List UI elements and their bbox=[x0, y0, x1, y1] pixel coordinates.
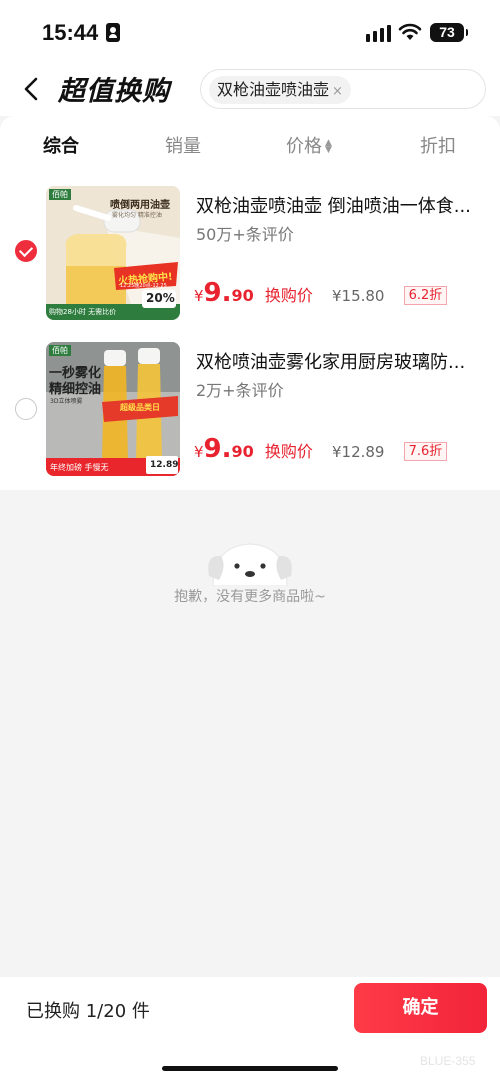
wifi-icon bbox=[398, 23, 422, 40]
search-keyword-chip[interactable]: 双枪油壶喷油壶 × bbox=[209, 76, 351, 104]
original-price: ¥12.89 bbox=[331, 443, 385, 461]
price-row: ¥9.90 换购价 ¥15.80 6.2折 bbox=[194, 278, 448, 308]
sort-toggle-icon: ▲ ▼ bbox=[325, 138, 332, 155]
exchange-price-label: 换购价 bbox=[264, 442, 313, 461]
price-integer: 9. bbox=[203, 434, 232, 464]
empty-state: 抱歉，没有更多商品啦~ bbox=[0, 490, 500, 977]
empty-message: 抱歉，没有更多商品啦~ bbox=[174, 589, 326, 605]
exchange-price-label: 换购价 bbox=[264, 286, 313, 305]
brand-label: 佰帕 bbox=[49, 189, 71, 200]
thumb-bottom-strip: 年终加磅 手慢无 bbox=[50, 463, 109, 472]
bottom-action-bar: 已换购 1/20 件 确定 BLUE-355 bbox=[0, 977, 500, 1082]
back-arrow-icon[interactable] bbox=[18, 74, 48, 104]
thumb-headline: 喷倒两用油壶 bbox=[110, 200, 170, 211]
home-indicator[interactable] bbox=[162, 1066, 338, 1071]
currency-symbol: ¥ bbox=[194, 443, 204, 461]
search-keyword-text: 双枪油壶喷油壶 bbox=[217, 80, 330, 99]
price-row: ¥9.90 换购价 ¥12.89 7.6折 bbox=[194, 434, 448, 464]
product-title[interactable]: 双枪油壶喷油壶 倒油喷油一体食... bbox=[196, 192, 476, 218]
confirm-button[interactable]: 确定 bbox=[354, 983, 487, 1033]
discount-badge: 6.2折 bbox=[403, 286, 448, 305]
product-checkbox-checked[interactable] bbox=[15, 240, 37, 262]
thumb-promo: 超级品类日 bbox=[120, 403, 160, 412]
product-item[interactable]: 佰帕 喷倒两用油壶 雾化均匀 精准控油 火热抢购中! 12.25晚20点-12.… bbox=[0, 184, 500, 324]
tab-sales[interactable]: 销量 bbox=[165, 132, 201, 158]
price-integer: 9. bbox=[203, 278, 232, 308]
clear-keyword-icon[interactable]: × bbox=[332, 84, 343, 99]
watermark: BLUE-355 bbox=[420, 1054, 476, 1068]
tab-price-label: 价格 bbox=[286, 136, 322, 157]
thumb-headline-2: 精细控油 bbox=[49, 382, 102, 397]
product-item[interactable]: 佰帕 一秒雾化 精细控油 3D立体喷雾 超级品类日 年终加磅 手慢无 12.89… bbox=[0, 340, 500, 480]
sort-tabs: 综合 销量 价格 ▲ ▼ 折扣 bbox=[0, 132, 500, 162]
product-checkbox-unchecked[interactable] bbox=[15, 398, 37, 420]
mascot-dog-icon bbox=[208, 543, 292, 586]
status-bar: 15:44 73 bbox=[0, 0, 500, 64]
review-count: 50万+条评价 bbox=[196, 225, 294, 244]
product-title[interactable]: 双枪喷油壶雾化家用厨房玻璃防... bbox=[196, 348, 476, 374]
page-title: 超值换购 bbox=[58, 76, 170, 107]
thumb-badge: 20% bbox=[146, 291, 175, 305]
brand-label: 佰帕 bbox=[49, 345, 71, 356]
review-count: 2万+条评价 bbox=[196, 381, 284, 400]
currency-symbol: ¥ bbox=[194, 287, 204, 305]
original-price: ¥15.80 bbox=[331, 287, 385, 305]
product-list-panel: 综合 销量 价格 ▲ ▼ 折扣 佰帕 喷倒两用油壶 雾化均匀 精准控油 火热抢购… bbox=[0, 116, 500, 490]
navigation-bar: 超值换购 双枪油壶喷油壶 × bbox=[0, 64, 500, 116]
search-box[interactable]: 双枪油壶喷油壶 × bbox=[200, 69, 486, 109]
thumb-promo-date: 12.25晚20点-12.25 bbox=[120, 283, 167, 289]
product-thumbnail[interactable]: 佰帕 一秒雾化 精细控油 3D立体喷雾 超级品类日 年终加磅 手慢无 12.89 bbox=[46, 342, 180, 476]
thumb-subtitle: 雾化均匀 精准控油 bbox=[112, 212, 162, 219]
thumb-subtitle: 3D立体喷雾 bbox=[50, 398, 83, 405]
price-decimal: 90 bbox=[231, 286, 254, 305]
status-time: 15:44 bbox=[42, 20, 99, 45]
price-decimal: 90 bbox=[231, 442, 254, 461]
selected-count: 已换购 1/20 件 bbox=[26, 1001, 150, 1022]
product-thumbnail[interactable]: 佰帕 喷倒两用油壶 雾化均匀 精准控油 火热抢购中! 12.25晚20点-12.… bbox=[46, 186, 180, 320]
cellular-signal-icon bbox=[366, 22, 392, 42]
tab-price[interactable]: 价格 ▲ ▼ bbox=[286, 132, 332, 158]
tab-comprehensive[interactable]: 综合 bbox=[43, 132, 79, 158]
thumb-bottom-strip: 购物28小时 无需比价 bbox=[49, 308, 117, 316]
tab-discount[interactable]: 折扣 bbox=[420, 132, 456, 158]
thumb-badge-price: 12.89 bbox=[150, 460, 179, 470]
discount-badge: 7.6折 bbox=[403, 442, 448, 461]
contact-card-icon bbox=[106, 23, 120, 42]
battery-icon: 73 bbox=[430, 23, 468, 42]
